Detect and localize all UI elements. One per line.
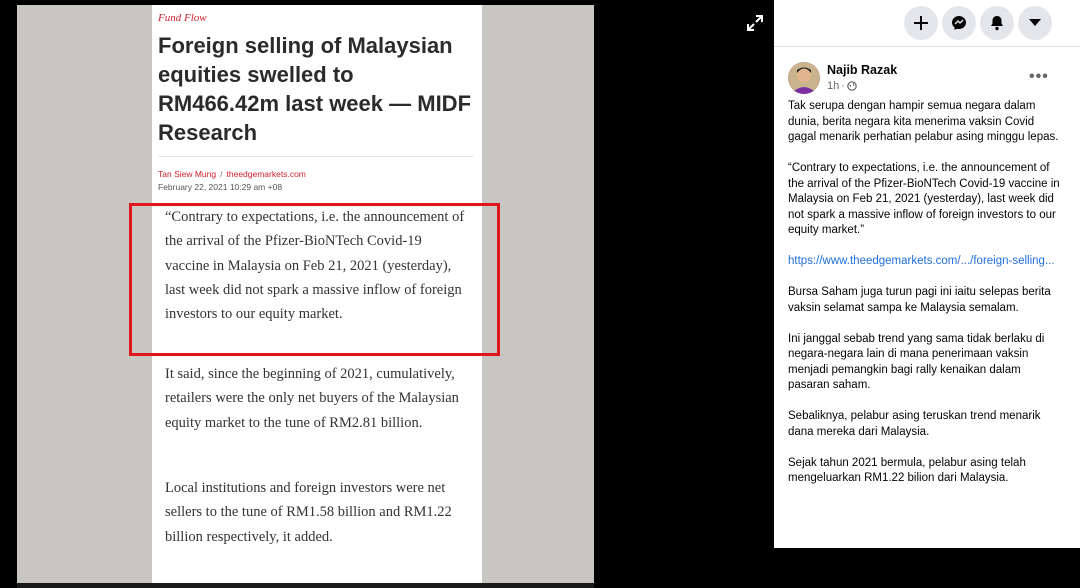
article-date: February 22, 2021 10:29 am +08 (158, 182, 283, 192)
more-options-icon[interactable]: ••• (1029, 68, 1049, 86)
post-time[interactable]: 1h (827, 80, 839, 92)
notifications-button[interactable] (980, 6, 1014, 40)
article-headline: Foreign selling of Malaysian equities sw… (158, 33, 472, 145)
article-kicker: Fund Flow (158, 12, 207, 24)
post-paragraph: Sebaliknya, pelabur asing teruskan trend… (788, 410, 1041, 438)
plus-icon (914, 16, 928, 30)
quote-highlight-box (129, 203, 500, 356)
article-paragraph: It said, since the beginning of 2021, cu… (165, 366, 459, 431)
post-link[interactable]: https://www.theedgemarkets.com/.../forei… (788, 255, 1055, 267)
article-source: theedgemarkets.com (226, 169, 306, 179)
account-menu-button[interactable] (1018, 6, 1052, 40)
article-paragraph: Local institutions and foreign investors… (165, 480, 452, 545)
post-paragraph: “Contrary to expectations, i.e. the anno… (788, 162, 1060, 236)
photo-bottom-strip (17, 583, 594, 588)
header-divider (774, 46, 1080, 47)
globe-icon (847, 81, 857, 91)
photo-viewer: Fund Flow Foreign selling of Malaysian e… (0, 0, 774, 588)
post-paragraph: Sejak tahun 2021 bermula, pelabur asing … (788, 456, 1026, 485)
post-meta: 1h · (827, 80, 857, 92)
expand-icon[interactable] (746, 14, 764, 32)
article-byline: Tan Siew Mung / theedgemarkets.com (158, 169, 306, 179)
messenger-icon (952, 16, 966, 30)
post-paragraph: Bursa Saham juga turun pagi ini iaitu se… (788, 286, 1051, 314)
create-button[interactable] (904, 6, 938, 40)
post-text: Tak serupa dengan hampir semua negara da… (788, 99, 1060, 502)
post-paragraph: Tak serupa dengan hampir semua negara da… (788, 100, 1059, 143)
bell-icon (991, 16, 1003, 31)
post-paragraph: Ini janggal sebab trend yang sama tidak … (788, 332, 1045, 392)
article-divider (158, 156, 474, 157)
avatar[interactable] (788, 62, 820, 94)
messenger-button[interactable] (942, 6, 976, 40)
post-author-name[interactable]: Najib Razak (827, 63, 897, 77)
caret-down-icon (1029, 19, 1041, 26)
article-author: Tan Siew Mung (158, 169, 217, 179)
side-panel-bottom (774, 548, 1080, 588)
post-side-panel: Najib Razak 1h · ••• Tak serupa dengan h… (774, 0, 1080, 588)
